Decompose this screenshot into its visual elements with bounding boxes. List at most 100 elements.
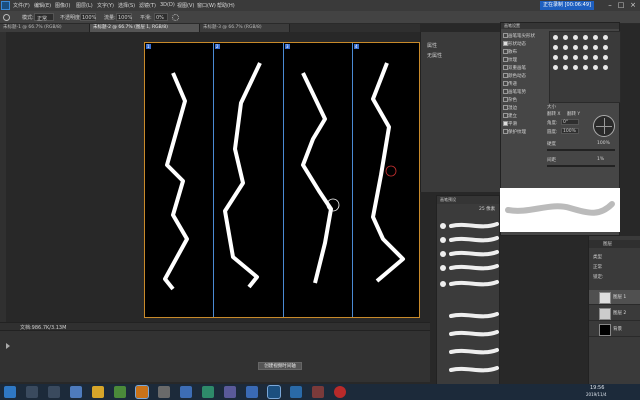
- tab-document-3[interactable]: 未标题-3 @ 66.7% (RGB/8): [200, 24, 290, 32]
- app-icon[interactable]: [224, 386, 236, 398]
- brush-tip[interactable]: [563, 55, 568, 60]
- clock-date: 2019/11/4: [586, 392, 607, 397]
- photoshop-icon[interactable]: [135, 385, 149, 399]
- app-icon[interactable]: [158, 386, 170, 398]
- brush-tip[interactable]: [563, 35, 568, 40]
- layers-button[interactable]: 图层: [589, 240, 640, 248]
- layer-row[interactable]: 背景: [589, 322, 640, 337]
- task-view-icon[interactable]: [48, 386, 60, 398]
- layers-mode[interactable]: 正常: [593, 264, 602, 270]
- menu-layer[interactable]: 图层(L): [76, 2, 93, 9]
- brush-setting-item[interactable]: 纹理: [503, 57, 517, 63]
- close-icon[interactable]: ×: [629, 1, 637, 9]
- preset-list[interactable]: [437, 206, 501, 386]
- brush-tip[interactable]: [573, 45, 578, 50]
- brush-setting-item[interactable]: 形状动态: [503, 41, 526, 47]
- size-label: 大小: [547, 105, 556, 110]
- flow-label: 流量:: [104, 15, 116, 21]
- menu-window[interactable]: 窗口(W): [197, 2, 216, 9]
- file-explorer-icon[interactable]: [92, 386, 104, 398]
- brush-tip[interactable]: [553, 55, 558, 60]
- brush-setting-item[interactable]: 平滑: [503, 121, 517, 127]
- photoshop-window-icon[interactable]: [267, 385, 281, 399]
- opacity-value: 100%: [82, 15, 97, 21]
- brush-tip[interactable]: [563, 65, 568, 70]
- windows-start-icon[interactable]: [4, 386, 16, 398]
- brush-tip[interactable]: [593, 35, 598, 40]
- brush-setting-item[interactable]: 颜色动态: [503, 73, 526, 79]
- create-timeline-button[interactable]: 创建视频时间轴: [258, 362, 302, 370]
- brush-tip[interactable]: [573, 55, 578, 60]
- brush-tip[interactable]: [573, 65, 578, 70]
- menu-select[interactable]: 选择(S): [118, 2, 135, 9]
- angle-input[interactable]: 0°: [561, 119, 579, 125]
- brush-tip[interactable]: [553, 35, 558, 40]
- tab-document-1[interactable]: 未标题-1 @ 66.7% (RGB/8): [0, 24, 90, 32]
- document-canvas[interactable]: 1 2 3 4: [144, 42, 420, 318]
- layer-row[interactable]: 图层 2: [589, 306, 640, 321]
- brush-tip[interactable]: [603, 45, 608, 50]
- menu-image[interactable]: 图像(I): [55, 2, 70, 9]
- brush-setting-item[interactable]: 保护纹理: [503, 129, 526, 135]
- menu-view[interactable]: 视图(V): [177, 2, 194, 9]
- menu-3d[interactable]: 3D(D): [160, 2, 175, 8]
- brush-tip[interactable]: [583, 35, 588, 40]
- brush-tip[interactable]: [583, 65, 588, 70]
- brush-tip[interactable]: [553, 45, 558, 50]
- browser-icon[interactable]: [70, 386, 82, 398]
- smooth-input[interactable]: 0%: [154, 13, 168, 21]
- tab-document-2[interactable]: 未标题-2 @ 66.7% (图层 1, RGB/8): [90, 24, 200, 32]
- brush-setting-item[interactable]: 散布: [503, 49, 517, 55]
- brush-tip[interactable]: [603, 35, 608, 40]
- brush-tip[interactable]: [583, 55, 588, 60]
- menu-edit[interactable]: 编辑(E): [34, 2, 51, 9]
- menu-help[interactable]: 帮助(H): [217, 2, 235, 9]
- gear-icon[interactable]: [172, 14, 179, 21]
- brush-setting-item[interactable]: 画笔笔尖形状: [503, 33, 535, 39]
- brush-angle-dial[interactable]: [593, 115, 615, 137]
- brush-tip[interactable]: [553, 65, 558, 70]
- brush-tip-grid[interactable]: [549, 31, 621, 103]
- app-icon[interactable]: [202, 386, 214, 398]
- app-icon[interactable]: [180, 386, 192, 398]
- app-icon[interactable]: [290, 386, 302, 398]
- layer-row[interactable]: 图层 1: [589, 290, 640, 305]
- flow-input[interactable]: 100%: [116, 13, 132, 21]
- brush-tip[interactable]: [603, 55, 608, 60]
- brush-tip[interactable]: [603, 65, 608, 70]
- tab-label: 未标题-1 @ 66.7% (RGB/8): [3, 25, 62, 30]
- brush-setting-item[interactable]: 杂色: [503, 97, 517, 103]
- brush-tip[interactable]: [573, 35, 578, 40]
- brush-setting-item[interactable]: 画笔笔势: [503, 89, 526, 95]
- hardness-label: 硬度: [547, 142, 556, 147]
- menu-type[interactable]: 文字(Y): [97, 2, 114, 9]
- brush-setting-item[interactable]: 双重画笔: [503, 65, 526, 71]
- spacing-slider[interactable]: [547, 165, 615, 167]
- brush-tip[interactable]: [593, 55, 598, 60]
- record-icon[interactable]: [334, 386, 346, 398]
- maximize-icon[interactable]: □: [617, 1, 625, 9]
- mode-select[interactable]: 正常: [34, 13, 54, 22]
- brush-setting-item[interactable]: 传递: [503, 81, 517, 87]
- flip-x-label[interactable]: 翻转 X: [547, 111, 561, 117]
- app-icon[interactable]: [114, 386, 126, 398]
- search-icon[interactable]: [26, 386, 38, 398]
- brush-tip[interactable]: [593, 65, 598, 70]
- brush-tip[interactable]: [563, 45, 568, 50]
- menu-file[interactable]: 文件(F): [13, 2, 30, 9]
- minimize-icon[interactable]: –: [606, 1, 614, 9]
- app-icon[interactable]: [312, 386, 324, 398]
- lightning-stroke-1: [163, 72, 189, 291]
- brush-tool-icon[interactable]: [3, 14, 10, 21]
- hardness-slider[interactable]: [547, 149, 615, 151]
- menu-filter[interactable]: 滤镜(T): [139, 2, 156, 9]
- opacity-input[interactable]: 100%: [80, 13, 96, 21]
- brush-setting-item[interactable]: 湿边: [503, 105, 517, 111]
- play-icon[interactable]: [6, 343, 10, 349]
- brush-setting-item[interactable]: 建立: [503, 113, 517, 119]
- roundness-input[interactable]: 100%: [561, 128, 579, 134]
- app-icon[interactable]: [246, 386, 258, 398]
- brush-tip[interactable]: [593, 45, 598, 50]
- brush-tip[interactable]: [583, 45, 588, 50]
- flip-y-label[interactable]: 翻转 Y: [567, 111, 580, 117]
